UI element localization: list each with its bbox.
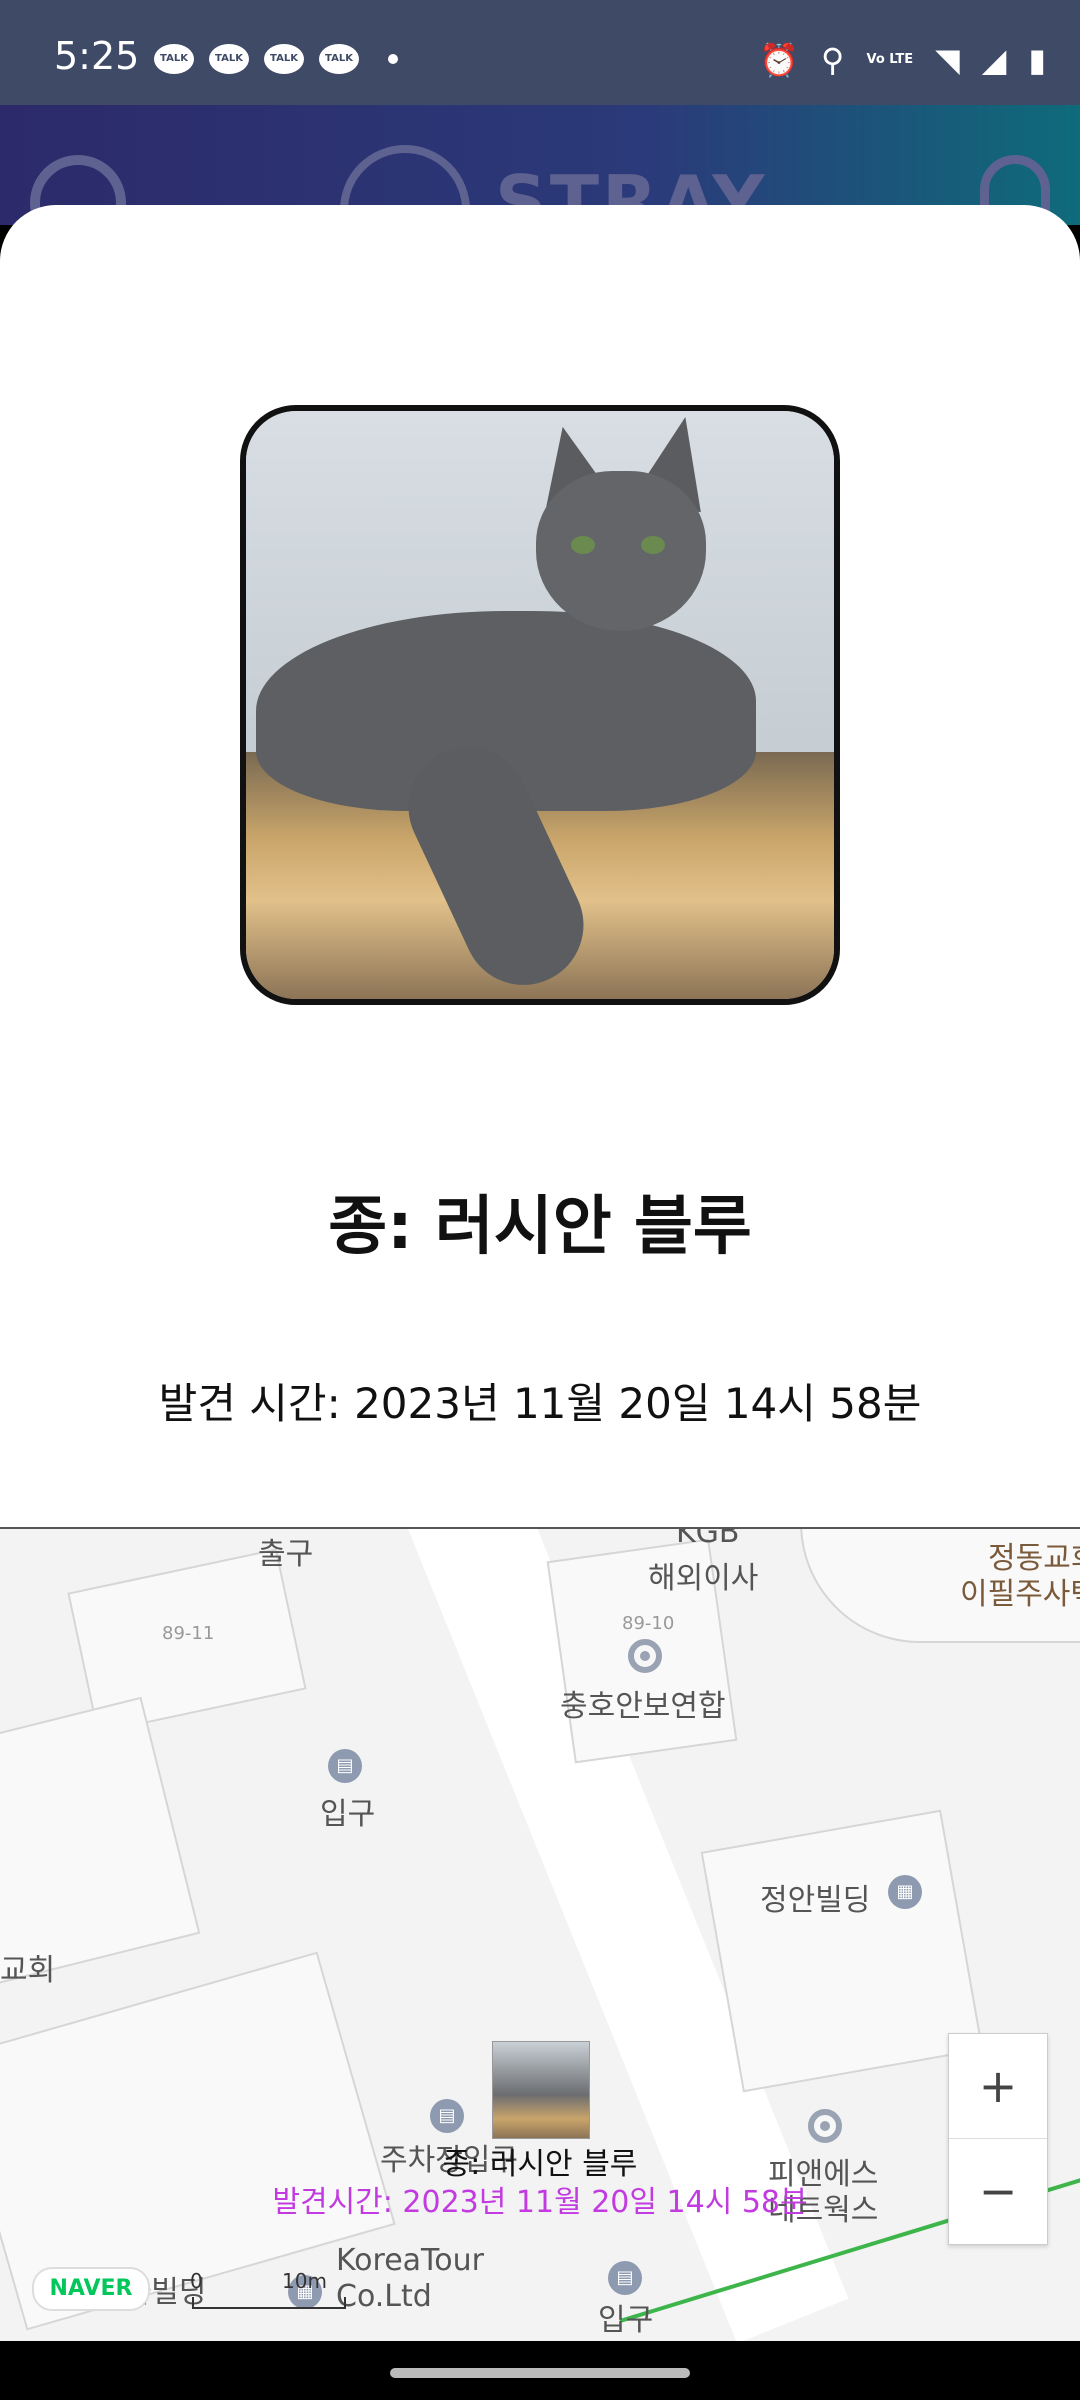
map-label: 입구 bbox=[320, 1797, 376, 1832]
poi-marker-icon[interactable] bbox=[628, 1639, 662, 1673]
map-label: 입구 bbox=[598, 2303, 654, 2338]
scale-bar bbox=[192, 2297, 346, 2309]
building-icon[interactable]: ▦ bbox=[888, 1875, 922, 1909]
system-nav-bar bbox=[0, 2341, 1080, 2400]
map-label[interactable]: 교회 bbox=[0, 1945, 55, 1989]
map-label[interactable]: Co.Ltd bbox=[336, 2279, 432, 2314]
kakaotalk-icon: TALK bbox=[319, 44, 359, 74]
entrance-icon: ▤ bbox=[608, 2261, 642, 2295]
map-label[interactable]: 정안빌딩 bbox=[760, 1875, 870, 1919]
cat-head bbox=[536, 471, 706, 631]
scale-ten: 10m bbox=[282, 2269, 327, 2293]
location-icon: ⚲ bbox=[821, 41, 845, 79]
cat-eye bbox=[571, 536, 595, 554]
map-label: 출구 bbox=[258, 1537, 314, 1572]
map-view[interactable]: 출구 KGB 해외이사 정동교회 이필주사택 89-11 89-10 충호안보연… bbox=[0, 1527, 1080, 2341]
entrance-icon: ▤ bbox=[430, 2099, 464, 2133]
found-time-label: 발견 시간: 2023년 11월 20일 14시 58분 bbox=[158, 1379, 922, 1428]
signal-icon: ◢ bbox=[981, 41, 1007, 79]
lot-number: 89-11 bbox=[162, 1623, 215, 1644]
map-label: 이필주사택 bbox=[960, 1577, 1080, 1612]
map-label: 해외이사 bbox=[648, 1561, 759, 1596]
scale-zero: 0 bbox=[190, 2269, 203, 2293]
wifi-icon: ◥ bbox=[935, 41, 960, 79]
status-bar: 5:25 TALK TALK TALK TALK ⏰ ⚲ Vo LTE ◥ ◢ … bbox=[0, 0, 1080, 105]
home-gesture-handle[interactable] bbox=[390, 2368, 690, 2378]
detail-sheet: 종: 러시안 블루 발견 시간: 2023년 11월 20일 14시 58분 출… bbox=[0, 205, 1080, 2341]
kakaotalk-icon: TALK bbox=[264, 44, 304, 74]
found-pet-marker[interactable] bbox=[492, 2041, 590, 2139]
map-label[interactable]: 충호안보연합 bbox=[560, 1681, 726, 1725]
entrance-icon: ▤ bbox=[328, 1749, 362, 1783]
map-label: KGB bbox=[676, 1527, 740, 1550]
kakaotalk-icon: TALK bbox=[209, 44, 249, 74]
zoom-out-button[interactable]: − bbox=[949, 2138, 1047, 2243]
volte-icon: Vo LTE bbox=[866, 52, 914, 67]
status-icons: ⏰ ⚲ Vo LTE ◥ ◢ ▮ bbox=[759, 40, 1046, 80]
marker-time: 발견시간: 2023년 11월 20일 14시 58분 bbox=[272, 2185, 808, 2220]
more-notifications-dot bbox=[388, 54, 398, 64]
lot-number: 89-10 bbox=[622, 1613, 675, 1634]
zoom-in-button[interactable]: + bbox=[949, 2034, 1047, 2138]
alarm-icon: ⏰ bbox=[759, 41, 800, 79]
naver-logo[interactable]: NAVER bbox=[32, 2267, 150, 2311]
building-block bbox=[0, 1696, 201, 1986]
battery-icon: ▮ bbox=[1028, 41, 1046, 79]
map-label[interactable]: KoreaTour bbox=[336, 2243, 484, 2278]
building-block bbox=[700, 1809, 984, 2093]
kakaotalk-icon: TALK bbox=[154, 44, 194, 74]
animal-photo bbox=[240, 405, 840, 1005]
clock: 5:25 bbox=[54, 34, 140, 78]
poi-marker-icon[interactable] bbox=[808, 2109, 842, 2143]
species-label: 종: 러시안 블루 bbox=[328, 1190, 752, 1264]
cat-eye bbox=[641, 536, 665, 554]
zoom-controls: + − bbox=[948, 2033, 1048, 2245]
